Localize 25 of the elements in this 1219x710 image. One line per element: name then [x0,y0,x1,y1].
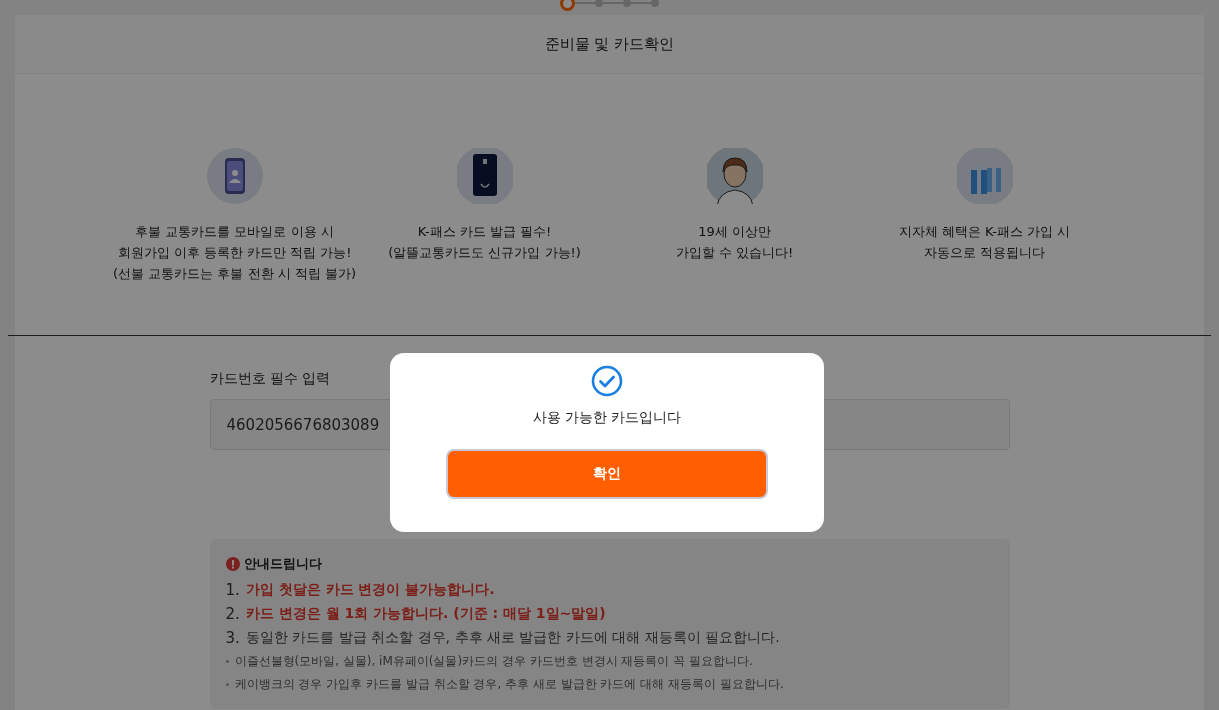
requirement-text: 후불 교통카드를 모바일로 이용 시 회원가입 이후 등록한 카드만 적립 가능! (선불 교통카드는 후불 전환 시 적립 불가) [113,223,356,283]
alert-icon [225,557,240,571]
requirement-text: K-패스 카드 발급 필수! (알뜰교통카드도 신규가입 가능!) [388,223,581,262]
field-label: 카드번호 필수 입력 [209,370,331,388]
phone-icon [206,148,263,204]
bullet-icon [225,683,229,686]
item-number: 3. [225,629,240,647]
card-icon [456,148,513,204]
item-number: 1. [225,581,240,599]
notice-text: 이즐선불형(모바일, 실물), iM유페이(실물)카드의 경우 카드번호 변경시 재등록이 꼭 필요합니다. [234,653,753,670]
notice-text: 가입 첫달은 카드 변경이 불가능합니다. [245,581,495,599]
item-number: 2. [225,605,240,623]
confirm-button[interactable]: 확인 [446,449,768,499]
gift-icon [956,148,1013,204]
dialog-message: 사용 가능한 카드입니다 [532,409,682,427]
person-icon [706,148,763,204]
requirement-text: 19세 이상만 가입할 수 있습니다! [675,223,794,262]
requirement-text: 지자체 혜택은 K-패스 가입 시 자동으로 적용됩니다 [898,223,1071,262]
notice-text: 동일한 카드를 발급 취소할 경우, 추후 새로 발급한 카드에 대해 재등록이 필요합니다. [245,629,780,647]
notice-text: 카드 변경은 월 1회 가능합니다. (기준 : 매달 1일~말일) [245,605,606,623]
check-circle-icon [591,365,623,397]
notice-title: 안내드립니다 [243,555,322,573]
notice-text: 케이뱅크의 경우 가입후 카드를 발급 취소할 경우, 추후 새로 발급한 카드에 대해 재등록이 필요합니다. [234,676,784,693]
page-title: 준비물 및 카드확인 [544,34,675,54]
bullet-icon [225,660,229,663]
